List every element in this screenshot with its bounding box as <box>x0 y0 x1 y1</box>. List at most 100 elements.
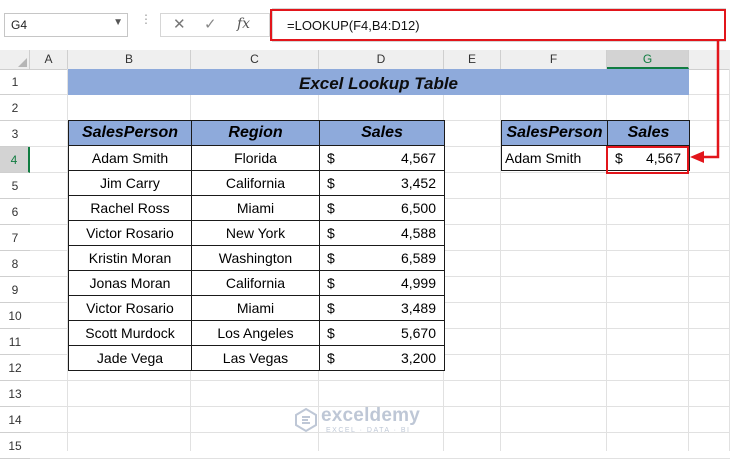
table-row: Adam Smith Florida $4,567 <box>68 145 445 171</box>
row-header-9[interactable]: 9 <box>0 277 30 303</box>
table-row: Jim Carry California $3,452 <box>68 170 445 196</box>
currency-symbol: $ <box>327 275 335 291</box>
sales-cell[interactable]: $3,452 <box>319 170 445 196</box>
salesperson-cell[interactable]: Rachel Ross <box>68 195 192 221</box>
column-header-e[interactable]: E <box>444 50 501 69</box>
exceldemy-logo-icon <box>295 407 317 433</box>
title-band: Excel Lookup Table <box>68 69 689 95</box>
check-icon[interactable]: ✓ <box>204 15 217 33</box>
currency-symbol: $ <box>327 325 335 341</box>
salesperson-cell[interactable]: Adam Smith <box>68 145 192 171</box>
table-row: Victor Rosario New York $4,588 <box>68 220 445 246</box>
sales-cell[interactable]: $5,670 <box>319 320 445 346</box>
header-salesperson[interactable]: SalesPerson <box>68 120 192 146</box>
currency-symbol: $ <box>327 300 335 316</box>
sales-value: 5,670 <box>400 325 436 341</box>
region-cell[interactable]: Miami <box>191 195 320 221</box>
cancel-icon[interactable]: ✕ <box>173 15 186 33</box>
table-header-row: SalesPerson Region Sales <box>68 120 445 146</box>
row-header-11[interactable]: 11 <box>0 329 30 355</box>
sales-cell[interactable]: $4,999 <box>319 270 445 296</box>
gridline-horizontal <box>30 380 730 381</box>
watermark-tagline: EXCEL · DATA · BI <box>326 427 411 434</box>
sales-cell[interactable]: $3,200 <box>319 345 445 371</box>
salesperson-cell[interactable]: Scott Murdock <box>68 320 192 346</box>
result-highlight-box <box>606 146 689 174</box>
sales-value: 4,567 <box>400 150 436 166</box>
watermark-name: exceldemy <box>321 405 420 426</box>
sales-cell[interactable]: $6,500 <box>319 195 445 221</box>
select-all-button[interactable] <box>0 50 30 69</box>
sales-value: 6,500 <box>400 200 436 216</box>
salesperson-cell[interactable]: Victor Rosario <box>68 220 192 246</box>
row-header-13[interactable]: 13 <box>0 381 30 407</box>
lookup-header-sales[interactable]: Sales <box>607 120 690 146</box>
select-all-icon <box>18 58 27 67</box>
row-header-14[interactable]: 14 <box>0 407 30 433</box>
sales-value: 3,452 <box>400 175 436 191</box>
salesperson-cell[interactable]: Victor Rosario <box>68 295 192 321</box>
salesperson-cell[interactable]: Kristin Moran <box>68 245 192 271</box>
sales-cell[interactable]: $4,588 <box>319 220 445 246</box>
table-header-row: SalesPerson Sales <box>501 120 690 146</box>
table-row: Rachel Ross Miami $6,500 <box>68 195 445 221</box>
column-header-f[interactable]: F <box>501 50 607 69</box>
region-cell[interactable]: Miami <box>191 295 320 321</box>
row-header-7[interactable]: 7 <box>0 225 30 251</box>
sales-cell[interactable]: $3,489 <box>319 295 445 321</box>
region-cell[interactable]: Las Vegas <box>191 345 320 371</box>
insert-function-icon[interactable]: fx <box>237 16 250 32</box>
chevron-down-icon[interactable]: ▼ <box>113 17 123 28</box>
table-row: Scott Murdock Los Angeles $5,670 <box>68 320 445 346</box>
region-cell[interactable]: California <box>191 270 320 296</box>
row-header-5[interactable]: 5 <box>0 173 30 199</box>
formula-bar: G4 ▼ ⋮ ✕ ✓ fx =LOOKUP(F4,B4:D12) <box>0 0 730 51</box>
region-cell[interactable]: Washington <box>191 245 320 271</box>
column-header-g[interactable]: G <box>607 50 689 69</box>
column-header-d[interactable]: D <box>319 50 444 69</box>
worksheet-grid: ABCDEFG 1 2 3 4 5 6 7 8 9 10 11 12 13 14 15 Excel Look… <box>0 50 730 459</box>
name-box[interactable]: G4 ▼ <box>4 13 128 37</box>
row-header-12[interactable]: 12 <box>0 355 30 381</box>
sales-table: SalesPerson Region Sales Adam Smith Flori… <box>68 120 445 371</box>
region-cell[interactable]: Florida <box>191 145 320 171</box>
watermark: exceldemy EXCEL · DATA · BI <box>293 402 443 442</box>
header-sales[interactable]: Sales <box>319 120 445 146</box>
lookup-header-salesperson[interactable]: SalesPerson <box>501 120 608 146</box>
salesperson-cell[interactable]: Jim Carry <box>68 170 192 196</box>
region-cell[interactable]: Los Angeles <box>191 320 320 346</box>
lookup-salesperson-cell[interactable]: Adam Smith <box>501 145 608 171</box>
sales-value: 4,588 <box>400 225 436 241</box>
currency-symbol: $ <box>327 175 335 191</box>
currency-symbol: $ <box>327 150 335 166</box>
row-header-1[interactable]: 1 <box>0 69 30 95</box>
name-box-value: G4 <box>11 18 28 32</box>
table-row: Jonas Moran California $4,999 <box>68 270 445 296</box>
formula-highlight-box <box>270 9 726 41</box>
region-cell[interactable]: New York <box>191 220 320 246</box>
salesperson-cell[interactable]: Jonas Moran <box>68 270 192 296</box>
column-header-a[interactable]: A <box>30 50 68 69</box>
table-row: Victor Rosario Miami $3,489 <box>68 295 445 321</box>
currency-symbol: $ <box>327 200 335 216</box>
column-header-c[interactable]: C <box>191 50 319 69</box>
row-header-6[interactable]: 6 <box>0 199 30 225</box>
sales-value: 3,489 <box>400 300 436 316</box>
row-header-4[interactable]: 4 <box>0 147 30 173</box>
row-header-8[interactable]: 8 <box>0 251 30 277</box>
column-header-b[interactable]: B <box>68 50 191 69</box>
row-header-10[interactable]: 10 <box>0 303 30 329</box>
row-header-2[interactable]: 2 <box>0 95 30 121</box>
sales-value: 4,999 <box>400 275 436 291</box>
salesperson-cell[interactable]: Jade Vega <box>68 345 192 371</box>
row-header-15[interactable]: 15 <box>0 433 30 459</box>
header-region[interactable]: Region <box>191 120 320 146</box>
drag-handle-icon[interactable]: ⋮ <box>140 13 152 25</box>
column-headers: ABCDEFG <box>0 50 730 70</box>
sales-cell[interactable]: $6,589 <box>319 245 445 271</box>
currency-symbol: $ <box>327 250 335 266</box>
row-header-3[interactable]: 3 <box>0 121 30 147</box>
sales-cell[interactable]: $4,567 <box>319 145 445 171</box>
region-cell[interactable]: California <box>191 170 320 196</box>
formula-buttons: ✕ ✓ fx <box>160 13 270 37</box>
